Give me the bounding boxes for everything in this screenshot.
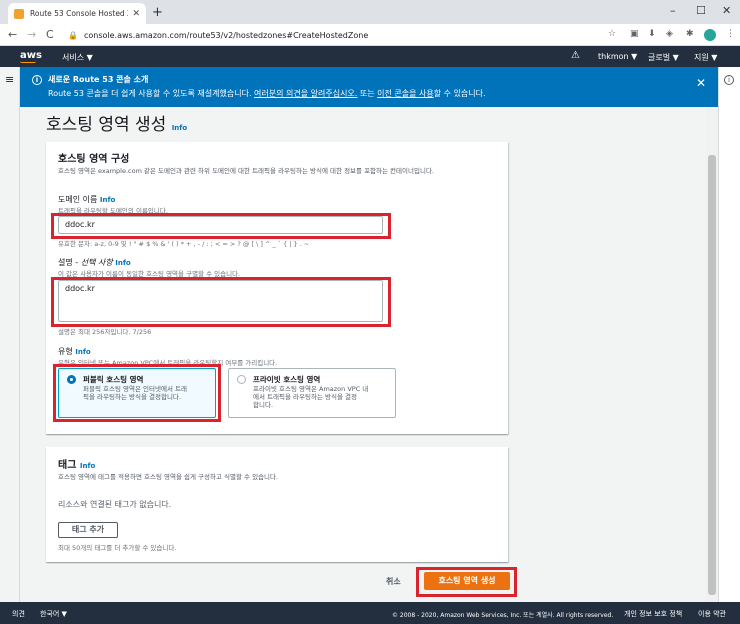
tab-title: Route 53 Console Hosted Zone (30, 9, 128, 18)
region-menu[interactable]: 글로벌 ▼ (648, 52, 679, 63)
type-info-link[interactable]: Info (75, 348, 90, 356)
banner-close-icon[interactable]: ✕ (696, 76, 706, 90)
lock-icon: 🔒 (68, 30, 78, 40)
highlight-create-button (416, 567, 517, 597)
description-hint: 설명은 최대 256자입니다. 7/256 (58, 328, 152, 336)
download-icon[interactable]: ⬇ (648, 29, 656, 39)
main-content: 호스팅 영역 생성 Info 호스팅 영역 구성 호스팅 영역은 example… (20, 107, 718, 602)
tags-panel: 태그 Info 호스팅 영역에 태그를 적용하면 호스팅 영역을 쉽게 구성하고… (46, 447, 508, 562)
private-zone-option[interactable]: 프라이빗 호스팅 영역 프라이빗 호스팅 영역은 Amazon VPC 내 에서 … (228, 368, 396, 418)
banner-title: 새로운 Route 53 콘솔 소개 (48, 75, 149, 84)
services-menu[interactable]: 서비스 ▼ (62, 52, 93, 63)
forward-button[interactable]: → (27, 28, 36, 41)
privacy-link[interactable]: 개인 정보 보호 정책 (624, 609, 682, 619)
profile-avatar[interactable] (704, 29, 716, 41)
support-menu[interactable]: 지원 ▼ (694, 52, 717, 63)
no-tags-text: 리소스와 연결된 태그가 없습니다. (58, 500, 172, 509)
terms-link[interactable]: 이용 약관 (698, 609, 726, 619)
cancel-button[interactable]: 취소 (386, 576, 401, 587)
highlight-description-input (51, 277, 391, 327)
extension-icon[interactable]: ▣ (630, 29, 639, 39)
copyright-text: © 2008 - 2020, Amazon Web Services, Inc.… (392, 612, 614, 619)
menu-kebab-icon[interactable]: ⋮ (726, 29, 735, 39)
tab-close-icon[interactable]: ✕ (132, 9, 140, 19)
tags-description: 호스팅 영역에 태그를 적용하면 호스팅 영역을 쉽게 구성하고 식별할 수 있… (58, 473, 279, 481)
shield-icon[interactable]: ◈ (666, 29, 673, 39)
domain-label: 도메인 이름 Info (58, 195, 116, 204)
aws-favicon-icon (14, 8, 24, 19)
feedback-link-footer[interactable]: 의견 (12, 609, 25, 619)
back-button[interactable]: ← (8, 28, 17, 41)
highlight-domain-input (51, 213, 391, 239)
browser-tab-bar: Route 53 Console Hosted Zone ✕ + – ☐ ✕ (0, 0, 740, 24)
new-tab-button[interactable]: + (152, 5, 163, 20)
language-selector[interactable]: 한국어 ▼ (40, 609, 67, 619)
hamburger-icon[interactable]: ≡ (5, 73, 14, 86)
description-label: 설명 - 선택 사항 Info (58, 258, 131, 267)
type-label: 유형 Info (58, 347, 91, 356)
aws-top-nav: aws 서비스 ▼ ⚠ thkmon ▼ 글로벌 ▼ 지원 ▼ (0, 46, 740, 67)
tags-heading: 태그 Info (58, 460, 96, 471)
url-field[interactable]: 🔒 console.aws.amazon.com/route53/v2/host… (68, 27, 628, 43)
console-footer: 의견 한국어 ▼ © 2008 - 2020, Amazon Web Servi… (0, 602, 740, 624)
add-tag-button[interactable]: 태그 추가 (58, 522, 118, 538)
aws-logo[interactable]: aws (20, 50, 42, 63)
puzzle-icon[interactable]: ✱ (686, 29, 694, 39)
reload-button[interactable]: C (46, 28, 54, 41)
help-panel-strip: i (718, 67, 740, 602)
banner-text: Route 53 콘솔을 더 쉽게 사용할 수 있도록 재설계했습니다. 여러분… (48, 89, 486, 98)
highlight-public-option (53, 364, 221, 422)
scrollbar[interactable] (706, 107, 718, 602)
config-description: 호스팅 영역은 example.com 같은 도메인과 관련 하위 도메인에 대… (58, 167, 434, 175)
browser-tab[interactable]: Route 53 Console Hosted Zone ✕ (8, 3, 146, 24)
domain-info-link[interactable]: Info (100, 196, 115, 204)
old-console-link[interactable]: 이전 콘솔을 사용 (377, 89, 434, 98)
page-title: 호스팅 영역 생성 Info (46, 115, 188, 135)
description-info-link[interactable]: Info (115, 259, 130, 267)
tags-info-link[interactable]: Info (80, 462, 95, 470)
info-circle-icon[interactable]: i (724, 75, 734, 85)
maximize-button[interactable]: ☐ (696, 4, 706, 17)
side-nav-strip: ≡ (0, 67, 20, 602)
account-menu[interactable]: thkmon ▼ (598, 52, 637, 61)
bell-icon[interactable]: ⚠ (571, 50, 580, 61)
radio-private[interactable] (237, 375, 246, 384)
private-zone-desc: 프라이빗 호스팅 영역은 Amazon VPC 내 에서 트래픽을 라우팅하는 방… (253, 385, 369, 409)
scrollbar-thumb[interactable] (708, 155, 716, 595)
info-icon: i (32, 75, 42, 85)
window-close-button[interactable]: ✕ (722, 4, 731, 17)
private-zone-title: 프라이빗 호스팅 영역 (253, 375, 321, 384)
domain-hint: 유효한 문자: a-z, 0-9 및 ! " # $ % & ' ( ) * +… (58, 240, 310, 248)
info-banner: i 새로운 Route 53 콘솔 소개 Route 53 콘솔을 더 쉽게 사… (20, 67, 718, 107)
tags-limit-text: 최대 50개의 태그를 더 추가할 수 있습니다. (58, 544, 177, 552)
title-info-link[interactable]: Info (172, 124, 187, 132)
address-bar-row: ← → C 🔒 console.aws.amazon.com/route53/v… (0, 24, 740, 46)
config-heading: 호스팅 영역 구성 (58, 154, 130, 165)
url-text: console.aws.amazon.com/route53/v2/hosted… (83, 30, 369, 40)
star-icon[interactable]: ☆ (608, 29, 616, 39)
feedback-link[interactable]: 여러분의 의견을 알려주십시오. (254, 89, 357, 98)
minimize-button[interactable]: – (670, 4, 676, 17)
